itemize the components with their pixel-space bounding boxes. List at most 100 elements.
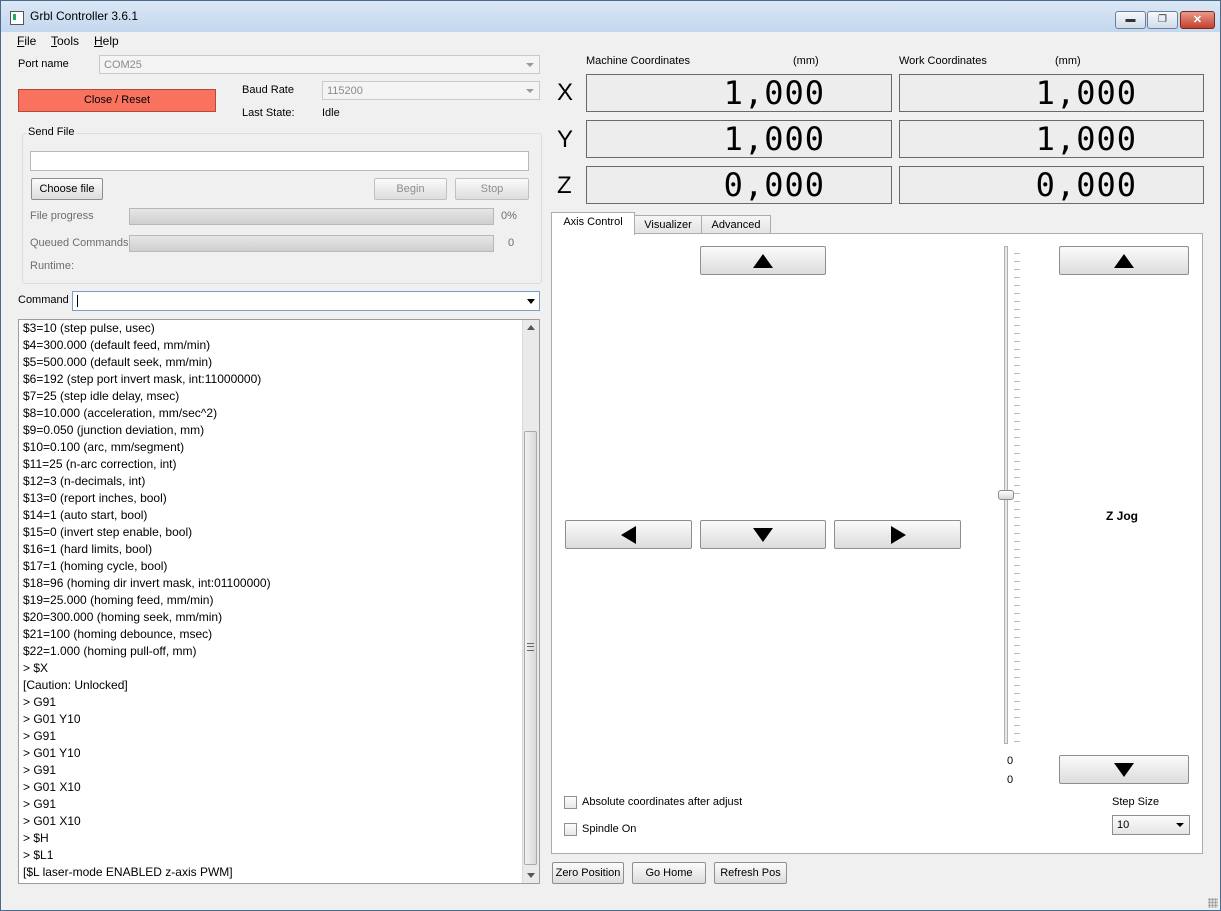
spindle-on-checkbox[interactable] bbox=[564, 823, 577, 836]
log-line: > G01 X10 bbox=[23, 780, 81, 794]
axis-y-label: Y bbox=[557, 126, 574, 153]
log-line: $9=0.050 (junction deviation, mm) bbox=[23, 423, 205, 437]
log-line: > $H bbox=[23, 831, 49, 845]
menu-tools[interactable]: Tools bbox=[51, 34, 79, 48]
scroll-down-icon[interactable] bbox=[527, 873, 535, 878]
menu-file[interactable]: File bbox=[17, 34, 36, 48]
choose-file-button[interactable]: Choose file bbox=[31, 178, 103, 200]
queued-commands-bar bbox=[129, 235, 494, 252]
port-name-select[interactable]: COM25 bbox=[99, 55, 540, 74]
log-line: $7=25 (step idle delay, msec) bbox=[23, 389, 180, 403]
console-log[interactable]: $3=10 (step pulse, usec) $4=300.000 (defa… bbox=[18, 319, 540, 884]
axis-x-label: X bbox=[557, 79, 574, 106]
go-home-button[interactable]: Go Home bbox=[632, 862, 706, 884]
jog-y-minus-button[interactable] bbox=[700, 520, 826, 549]
machine-coordinates-label: Machine Coordinates bbox=[586, 55, 690, 67]
machine-unit-label: (mm) bbox=[793, 55, 819, 67]
machine-x-display: 1,000 bbox=[586, 74, 892, 112]
send-file-group-title: Send File bbox=[26, 126, 77, 138]
log-line: [$L laser-mode ENABLED z-axis PWM] bbox=[23, 865, 233, 879]
file-progress-value: 0% bbox=[501, 210, 517, 222]
scroll-up-icon[interactable] bbox=[527, 325, 535, 330]
log-line: $8=10.000 (acceleration, mm/sec^2) bbox=[23, 406, 218, 420]
z-slider-value-label: 0 bbox=[1007, 774, 1014, 786]
arrow-down-icon bbox=[753, 527, 773, 542]
menu-help[interactable]: Help bbox=[94, 34, 119, 48]
step-size-select[interactable]: 10 bbox=[1112, 815, 1190, 835]
work-unit-label: (mm) bbox=[1055, 55, 1081, 67]
machine-z-display: 0,000 bbox=[586, 166, 892, 204]
log-line: $13=0 (report inches, bool) bbox=[23, 491, 167, 505]
file-progress-label: File progress bbox=[30, 210, 94, 222]
log-line: $15=0 (invert step enable, bool) bbox=[23, 525, 193, 539]
tab-axis-control[interactable]: Axis Control bbox=[551, 212, 635, 235]
log-line: $12=3 (n-decimals, int) bbox=[23, 474, 146, 488]
arrow-down-icon bbox=[1114, 762, 1134, 777]
title-bar: Grbl Controller 3.6.1 ▬ ❐ ✕ bbox=[1, 1, 1220, 32]
close-window-button[interactable]: ✕ bbox=[1180, 11, 1215, 29]
grip-icon bbox=[527, 643, 534, 651]
chevron-down-icon bbox=[1176, 823, 1184, 827]
step-size-label: Step Size bbox=[1112, 796, 1160, 808]
work-z-display: 0,000 bbox=[899, 166, 1204, 204]
arrow-up-icon bbox=[1114, 253, 1134, 268]
text-cursor bbox=[77, 295, 78, 307]
port-name-label: Port name bbox=[18, 58, 69, 70]
minimize-button[interactable]: ▬ bbox=[1115, 11, 1146, 29]
baud-rate-value: 115200 bbox=[327, 85, 363, 97]
console-log-lines: $3=10 (step pulse, usec) $4=300.000 (defa… bbox=[23, 320, 523, 881]
minimize-icon: ▬ bbox=[1125, 14, 1136, 25]
command-input[interactable] bbox=[72, 291, 540, 311]
chevron-down-icon bbox=[526, 63, 534, 67]
log-line: $14=1 (auto start, bool) bbox=[23, 508, 148, 522]
log-line: $10=0.100 (arc, mm/segment) bbox=[23, 440, 185, 454]
log-line: $17=1 (homing cycle, bool) bbox=[23, 559, 168, 573]
z-slider-min-label: 0 bbox=[1007, 755, 1014, 767]
chevron-down-icon[interactable] bbox=[527, 299, 535, 304]
step-size-value: 10 bbox=[1117, 819, 1130, 831]
log-line: $16=1 (hard limits, bool) bbox=[23, 542, 153, 556]
jog-y-plus-button[interactable] bbox=[700, 246, 826, 275]
tab-visualizer[interactable]: Visualizer bbox=[634, 215, 702, 234]
log-scrollbar[interactable] bbox=[522, 320, 539, 883]
absolute-coordinates-label: Absolute coordinates after adjust bbox=[582, 796, 743, 808]
log-line: [Caution: Unlocked] bbox=[23, 678, 128, 692]
z-slider-handle[interactable] bbox=[998, 490, 1014, 500]
maximize-button[interactable]: ❐ bbox=[1147, 11, 1178, 29]
jog-z-plus-button[interactable] bbox=[1059, 246, 1189, 275]
baud-rate-select[interactable]: 115200 bbox=[322, 81, 540, 100]
work-coordinates-label: Work Coordinates bbox=[899, 55, 987, 67]
jog-x-plus-button[interactable] bbox=[834, 520, 961, 549]
log-line: $18=96 (homing dir invert mask, int:0110… bbox=[23, 576, 271, 590]
log-line: > G91 bbox=[23, 797, 57, 811]
log-line: $4=300.000 (default feed, mm/min) bbox=[23, 338, 211, 352]
jog-z-minus-button[interactable] bbox=[1059, 755, 1189, 784]
log-line: $5=500.000 (default seek, mm/min) bbox=[23, 355, 213, 369]
baud-rate-label: Baud Rate bbox=[242, 84, 294, 96]
file-path-input[interactable] bbox=[30, 151, 529, 171]
queued-commands-label: Queued Commands bbox=[30, 237, 129, 249]
log-line: > G91 bbox=[23, 729, 57, 743]
arrow-right-icon bbox=[890, 525, 906, 544]
app-icon bbox=[10, 11, 24, 25]
close-icon: ✕ bbox=[1192, 14, 1203, 26]
absolute-coordinates-checkbox[interactable] bbox=[564, 796, 577, 809]
tab-advanced[interactable]: Advanced bbox=[701, 215, 771, 234]
stop-button[interactable]: Stop bbox=[455, 178, 529, 200]
spindle-on-label: Spindle On bbox=[582, 823, 637, 835]
log-line: $6=192 (step port invert mask, int:11000… bbox=[23, 372, 262, 386]
work-x-display: 1,000 bbox=[899, 74, 1204, 112]
arrow-left-icon bbox=[620, 525, 636, 544]
chevron-down-icon bbox=[526, 89, 534, 93]
begin-button[interactable]: Begin bbox=[374, 178, 447, 200]
file-progress-bar bbox=[129, 208, 494, 225]
queued-commands-value: 0 bbox=[508, 237, 515, 249]
refresh-pos-button[interactable]: Refresh Pos bbox=[714, 862, 787, 884]
close-reset-button[interactable]: Close / Reset bbox=[18, 89, 216, 112]
log-line: > G01 X10 bbox=[23, 814, 81, 828]
log-line: > G01 Y10 bbox=[23, 712, 81, 726]
jog-x-minus-button[interactable] bbox=[565, 520, 692, 549]
resize-grip-icon[interactable] bbox=[1208, 898, 1218, 908]
zero-position-button[interactable]: Zero Position bbox=[552, 862, 624, 884]
command-label: Command bbox=[18, 294, 69, 306]
